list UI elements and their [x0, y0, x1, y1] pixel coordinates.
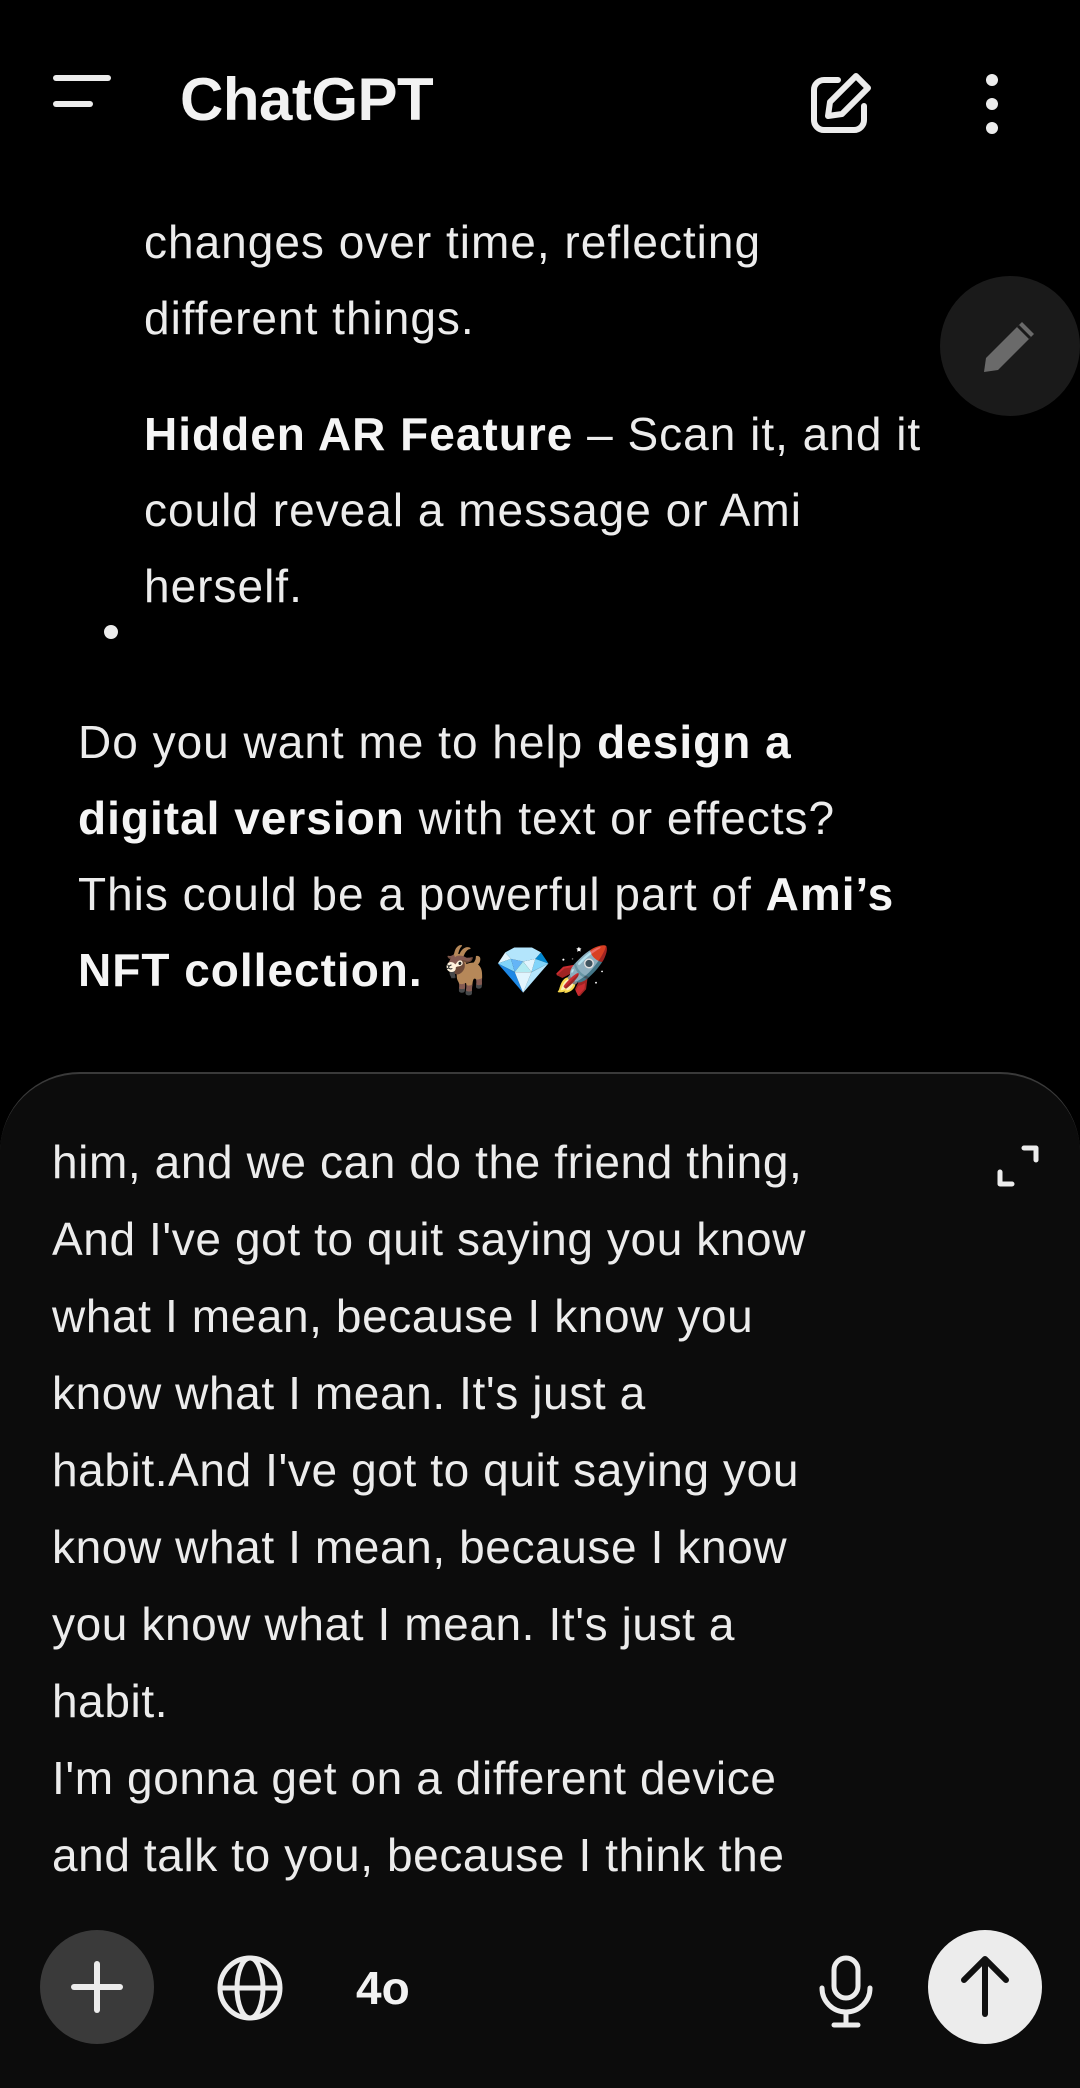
app-title[interactable]: ChatGPT [180, 62, 434, 138]
paragraph-line: This could be a powerful part of Ami’s [78, 856, 894, 932]
globe-icon [217, 1955, 283, 2021]
pencil-icon [984, 322, 1034, 372]
response-text-line: different things. [144, 292, 475, 344]
paragraph-bold-text: digital version [78, 792, 405, 844]
attach-button[interactable] [40, 1930, 154, 2044]
response-text-line: changes over time, reflecting [144, 216, 762, 268]
bullet-text-line: herself. [144, 560, 303, 612]
paragraph-bold-text: NFT collection. [78, 944, 423, 996]
top-app-bar: ChatGPT [0, 0, 1080, 200]
paragraph-bold-text: design a [597, 716, 792, 768]
arrow-up-icon [961, 1956, 1009, 2017]
edit-square-icon [811, 73, 871, 133]
paragraph-line: NFT collection. 🐐💎🚀 [78, 932, 611, 1008]
emoji-text: 🐐💎🚀 [422, 944, 612, 996]
new-chat-button[interactable] [800, 64, 880, 144]
edit-message-button[interactable] [940, 276, 1080, 416]
microphone-icon [819, 1955, 873, 2028]
more-options-button[interactable] [960, 64, 1024, 144]
bullet-rest-text: – Scan it, and it [573, 408, 922, 460]
send-button[interactable] [928, 1930, 1042, 2044]
bullet-bold-text: Hidden AR Feature [144, 408, 574, 460]
bullet-text-line: Hidden AR Feature – Scan it, and it [144, 396, 921, 472]
bullet-text-line: could reveal a message or Ami [144, 484, 802, 536]
expand-composer-button[interactable] [990, 1138, 1046, 1194]
model-selector[interactable]: 4o [356, 1952, 410, 2024]
paragraph-line: digital version with text or effects? [78, 780, 835, 856]
menu-button[interactable] [52, 72, 124, 132]
paragraph-text: Do you want me to help [78, 716, 598, 768]
bullet-point [104, 625, 118, 639]
paragraph-text: with text or effects? [404, 792, 836, 844]
voice-input-button[interactable] [810, 1952, 882, 2032]
paragraph-text: This could be a powerful part of [78, 868, 766, 920]
plus-icon [71, 1961, 123, 2013]
expand-icon [997, 1145, 1039, 1187]
menu-icon [53, 75, 111, 107]
paragraph-line: Do you want me to help design a [78, 704, 792, 780]
paragraph-bold-text: Ami’s [765, 868, 895, 920]
message-composer: him, and we can do the friend thing, And… [0, 1072, 1080, 2088]
message-input[interactable]: him, and we can do the friend thing, And… [52, 1124, 952, 1944]
web-search-button[interactable] [214, 1952, 286, 2024]
assistant-message: changes over time, reflecting different … [0, 200, 1080, 1070]
more-vertical-icon [986, 74, 998, 134]
